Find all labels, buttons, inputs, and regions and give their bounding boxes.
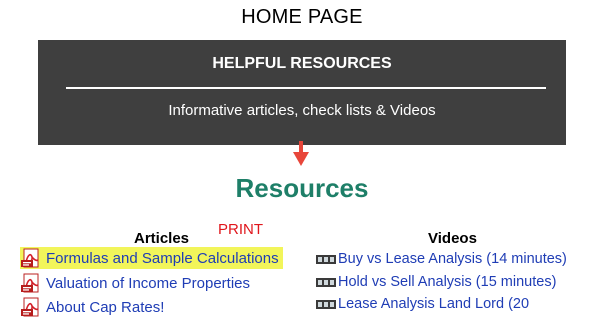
video-label: Hold vs Sell Analysis (15 minutes) xyxy=(338,274,557,290)
down-arrow-icon xyxy=(293,141,309,166)
article-link-formulas[interactable]: Formulas and Sample Calculations xyxy=(20,247,283,269)
pdf-icon xyxy=(21,248,39,268)
video-link-lease-analysis[interactable]: Lease Analysis Land Lord (20 xyxy=(316,294,529,314)
pdf-icon xyxy=(21,297,39,317)
banner-subtitle: Informative articles, check lists & Vide… xyxy=(168,102,436,119)
article-link-valuation[interactable]: Valuation of Income Properties xyxy=(20,272,250,294)
videos-heading: Videos xyxy=(428,230,477,247)
article-label: Formulas and Sample Calculations xyxy=(46,249,279,267)
banner-heading: HELPFUL RESOURCES xyxy=(212,55,392,72)
film-icon xyxy=(316,300,336,309)
banner-divider xyxy=(66,87,546,89)
pdf-icon xyxy=(21,273,39,293)
video-label: Buy vs Lease Analysis (14 minutes) xyxy=(338,251,567,267)
video-label: Lease Analysis Land Lord (20 xyxy=(338,296,530,312)
video-link-buy-vs-lease[interactable]: Buy vs Lease Analysis (14 minutes) xyxy=(316,249,567,269)
helpful-resources-banner: HELPFUL RESOURCES Informative articles, … xyxy=(38,40,566,145)
page-title: HOME PAGE xyxy=(241,6,363,28)
film-icon xyxy=(316,278,336,287)
articles-heading: Articles xyxy=(134,230,190,247)
video-link-hold-vs-sell[interactable]: Hold vs Sell Analysis (15 minutes) xyxy=(316,272,556,292)
resources-title: Resources xyxy=(235,173,369,203)
film-icon xyxy=(316,255,336,264)
article-label: About Cap Rates! xyxy=(46,298,165,316)
article-link-cap-rates[interactable]: About Cap Rates! xyxy=(20,296,164,318)
print-label: PRINT xyxy=(218,221,263,238)
article-label: Valuation of Income Properties xyxy=(46,274,251,292)
